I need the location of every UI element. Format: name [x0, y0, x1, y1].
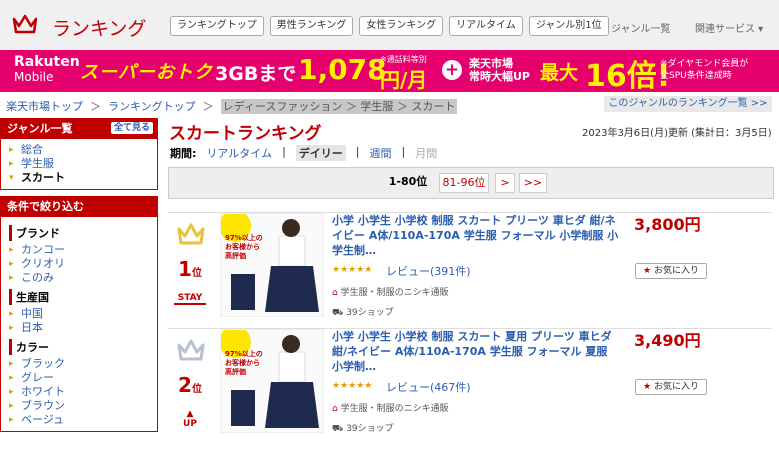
genre-box-header: ジャンル一覧 全て見る [1, 119, 157, 139]
origin-item[interactable]: 中国 [9, 307, 149, 321]
origin-item[interactable]: 日本 [9, 321, 149, 335]
breadcrumb-current-genre: レディースファッション ＞ 学生服 ＞ スカート [220, 99, 458, 114]
product-title-link[interactable]: 小学 小学生 小学校 制服 スカート 夏用 プリーツ 車ヒダ 紺/ネイビー A体… [332, 329, 622, 374]
genre-item-school-uniform[interactable]: 学生服 [9, 157, 149, 171]
period-weekly[interactable]: 週間 [370, 145, 392, 161]
rating-stars: ★★★★★ [332, 265, 373, 275]
related-services-menu[interactable]: 関連サービス ▾ [695, 20, 763, 35]
up-arrow-icon: ▲ [186, 409, 194, 419]
color-item[interactable]: ベージュ [9, 413, 149, 427]
top-header: ランキング ランキングトップ 男性ランキング 女性ランキング リアルタイム ジャ… [0, 0, 779, 50]
truck-icon: ⛟ [332, 308, 347, 318]
color-section-title: カラー [9, 339, 149, 355]
image-badge-text: 97%以上の お客様から 高評価 [225, 234, 263, 260]
star-icon: ★ [643, 382, 652, 392]
product-title-link[interactable]: 小学 小学生 小学校 制服 スカート プリーツ 車ヒダ 紺/ネイビー A体/11… [332, 213, 622, 258]
see-all-button[interactable]: 全て見る [110, 122, 153, 134]
period-monthly: 月間 [415, 147, 438, 160]
genre-box-title: ジャンル一覧 [7, 122, 73, 135]
shop-icon: ⌂ [332, 288, 341, 298]
genre-ranking-list-link[interactable]: このジャンルのランキング一覧 >> [604, 96, 772, 112]
max-text: 最大 [540, 62, 579, 84]
silver-crown-icon [177, 339, 205, 361]
update-date: 2023年3月6日(月)更新 (集計日：3月5日) [582, 128, 772, 139]
truck-icon: ⛟ [332, 424, 347, 434]
brand-section-title: ブランド [9, 225, 149, 241]
crown-logo-icon [12, 14, 38, 34]
product-image[interactable]: 97%以上の お客様から 高評価 [220, 329, 324, 433]
tab-female-ranking[interactable]: 女性ランキング [359, 16, 444, 36]
page-next-range[interactable]: 81-96位 [439, 173, 489, 193]
origin-section-title: 生産国 [9, 289, 149, 305]
trend-badge: ▲ UP [183, 409, 197, 429]
rank-number: 1位 [178, 257, 202, 281]
promo-price: 1,078 [298, 53, 387, 86]
breadcrumb-separator: ＞ [90, 100, 101, 113]
shop-icon: ⌂ [332, 404, 341, 414]
breadcrumb: 楽天市場トップ ＞ ランキングトップ ＞ レディースファッション ＞ 学生服 ＞… [6, 98, 458, 114]
header-tabs: ランキングトップ 男性ランキング 女性ランキング リアルタイム ジャンル別1位 [170, 16, 609, 36]
filter-box-header: 条件で絞り込む [1, 197, 157, 217]
super-otoku-text: スーパーおトク [80, 62, 213, 83]
gb-text: 3GBまで [215, 63, 297, 85]
genre-list-link[interactable]: ジャンル一覧 [611, 20, 671, 35]
review-link[interactable]: レビュー(467件) [386, 379, 471, 395]
breadcrumb-rakuten-top[interactable]: 楽天市場トップ [6, 100, 83, 113]
plus-icon: + [442, 60, 462, 80]
star-icon: ★ [643, 266, 652, 276]
shipping-badge: ⛟ 39ショップ [332, 424, 394, 434]
genre-box: ジャンル一覧 全て見る 総合 学生服 スカート [0, 118, 158, 190]
filter-box: 条件で絞り込む ブランド カンコー クリオリ このみ 生産国 中国 日本 カラー… [0, 196, 158, 432]
period-label: 期間: [170, 147, 197, 160]
breadcrumb-separator: ＞ [202, 100, 214, 113]
tab-male-ranking[interactable]: 男性ランキング [269, 16, 354, 36]
ranking-item-2: 2位 ▲ UP 97%以上の お客様から 高評価 小学 小学生 小学校 制服 スカ… [168, 328, 772, 444]
brand-item[interactable]: クリオリ [9, 257, 149, 271]
color-item[interactable]: ブラウン [9, 399, 149, 413]
genre-item-skirt: スカート [9, 171, 149, 185]
tab-genre-first[interactable]: ジャンル別1位 [528, 16, 609, 36]
breadcrumb-ranking-top[interactable]: ランキングトップ [108, 100, 196, 113]
ranking-logo-text[interactable]: ランキング [52, 14, 146, 41]
color-item[interactable]: グレー [9, 371, 149, 385]
page-last-button[interactable]: >> [519, 173, 547, 193]
ranking-item-1: 1位 STAY 97%以上の お客様から 高評価 小学 小学生 小学校 制服 ス… [168, 212, 772, 328]
brand-item[interactable]: このみ [9, 271, 149, 285]
diamond-note: ※ダイヤモンド会員が 全SPU条件達成時 [660, 59, 749, 81]
rank-number: 2位 [178, 373, 202, 397]
period-selector: 期間: リアルタイム | デイリー | 週間 | 月間 [170, 145, 438, 161]
ichiba-text: 楽天市場 常時大幅UP [469, 57, 530, 83]
page-current: 1-80位 [388, 175, 428, 188]
image-badge-text: 97%以上の お客様から 高評価 [225, 350, 263, 376]
color-item[interactable]: ホワイト [9, 385, 149, 399]
period-daily[interactable]: デイリー [295, 145, 346, 161]
sidebar: ジャンル一覧 全て見る 総合 学生服 スカート 条件で絞り込む ブランド カンコ… [0, 118, 158, 438]
shipping-badge: ⛟ 39ショップ [332, 308, 394, 318]
product-price: 3,800円 [634, 215, 701, 234]
color-item[interactable]: ブラック [9, 357, 149, 371]
review-link[interactable]: レビュー(391件) [386, 263, 471, 279]
gold-crown-icon [177, 223, 205, 245]
rating-stars: ★★★★★ [332, 381, 373, 391]
price-unit: 円/月 [380, 68, 428, 92]
multiplier-text: 16倍! [585, 59, 671, 94]
trend-badge: STAY [174, 293, 206, 305]
pagination-bar: 1-80位 81-96位 > >> [168, 167, 774, 199]
product-price: 3,490円 [634, 331, 701, 350]
promo-banner[interactable]: Rakuten Mobile スーパーおトク 3GBまで 1,078 ※通話料等別… [0, 50, 779, 94]
shop-name[interactable]: ⌂ 学生服・制服のニシキ通販 [332, 285, 449, 298]
favorite-button[interactable]: ★ お気に入り [635, 379, 707, 395]
tab-ranking-top[interactable]: ランキングトップ [170, 16, 264, 36]
page-title: スカートランキング [169, 124, 322, 144]
rakuten-mobile-logo: Rakuten Mobile [14, 54, 80, 85]
period-realtime[interactable]: リアルタイム [206, 145, 272, 161]
favorite-button[interactable]: ★ お気に入り [635, 263, 707, 279]
brand-item[interactable]: カンコー [9, 243, 149, 257]
tab-realtime[interactable]: リアルタイム [449, 16, 523, 36]
shop-name[interactable]: ⌂ 学生服・制服のニシキ通販 [332, 401, 449, 414]
page-next-button[interactable]: > [495, 173, 515, 193]
product-image[interactable]: 97%以上の お客様から 高評価 [220, 213, 324, 317]
genre-item-general[interactable]: 総合 [9, 143, 149, 157]
